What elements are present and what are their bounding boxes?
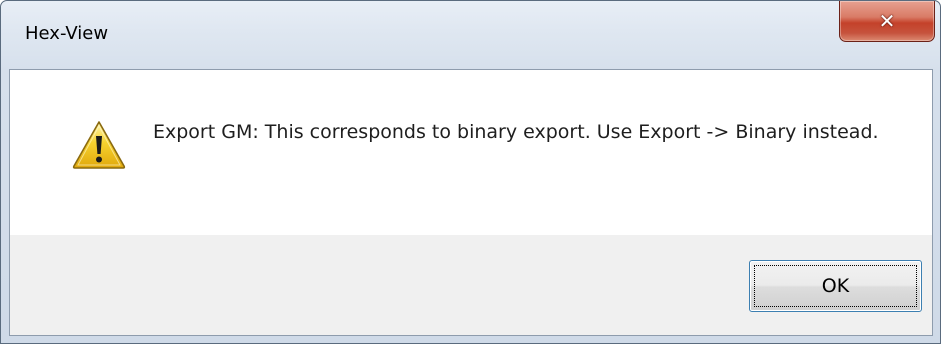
message-text: Export GM: This corresponds to binary ex… <box>153 121 879 143</box>
ok-button[interactable]: OK <box>749 260 922 312</box>
close-icon: ✕ <box>878 9 896 33</box>
focus-rectangle: OK <box>754 265 917 307</box>
warning-icon <box>72 121 126 169</box>
title-bar[interactable]: Hex-View ✕ <box>1 1 940 71</box>
dialog-client-area: Export GM: This corresponds to binary ex… <box>9 69 933 336</box>
close-button[interactable]: ✕ <box>839 1 935 42</box>
window-title: Hex-View <box>25 23 109 44</box>
message-panel: Export GM: This corresponds to binary ex… <box>10 70 932 235</box>
button-panel: OK <box>10 235 932 335</box>
message-dialog: Hex-View ✕ Export GM: This corresponds t… <box>0 0 941 344</box>
ok-button-label: OK <box>821 275 850 297</box>
